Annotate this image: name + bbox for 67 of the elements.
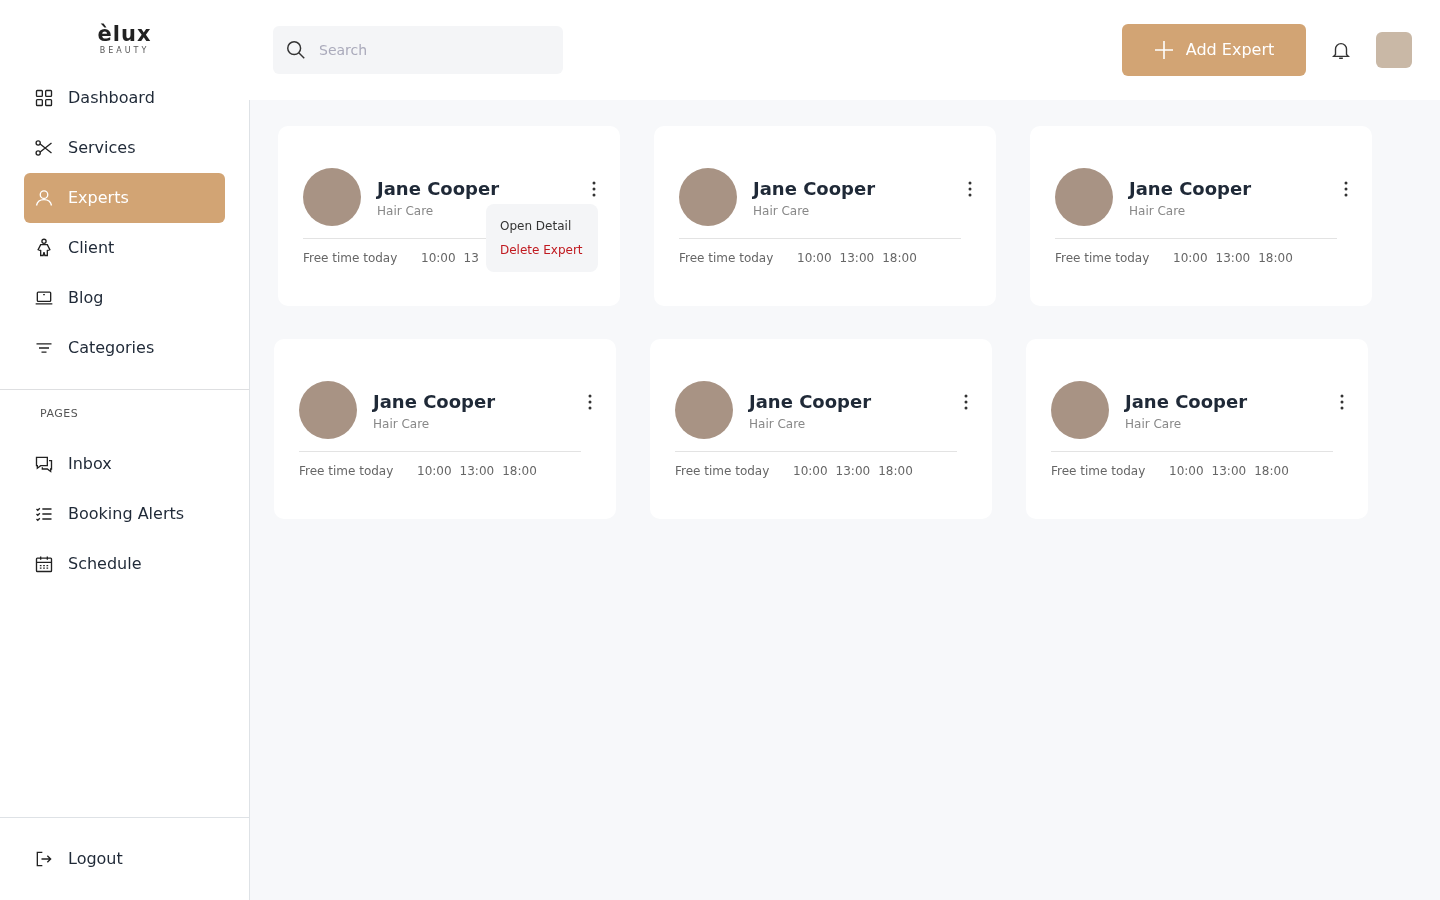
logo-tagline: BEAUTY [98, 45, 151, 57]
time-slot: 18:00 [1254, 462, 1289, 480]
free-time-label: Free time today [1051, 463, 1147, 480]
photo-placeholder [303, 168, 361, 226]
expert-role: Hair Care [1125, 415, 1183, 433]
photo-placeholder [679, 168, 737, 226]
logout-icon [34, 849, 54, 869]
photo-placeholder [1055, 168, 1113, 226]
time-slot: 18:00 [502, 462, 537, 480]
menu-item[interactable]: Delete Expert [500, 238, 584, 262]
expert-role: Hair Care [753, 202, 811, 220]
time-slot: 13:00 [1211, 462, 1247, 480]
sidebar-item[interactable]: Dashboard [24, 73, 225, 123]
expert-name: Jane Cooper [753, 176, 877, 201]
expert-role: Hair Care [377, 202, 435, 220]
time-slot: 10:00 [417, 462, 452, 480]
free-time-label: Free time today [299, 463, 395, 480]
photo-placeholder [675, 381, 733, 439]
more-icon [1340, 393, 1344, 410]
expert-name: Jane Cooper [377, 176, 501, 201]
plus-icon [1153, 40, 1174, 60]
scissors-icon [34, 138, 54, 158]
photo-placeholder [299, 381, 357, 439]
user-icon [34, 188, 54, 208]
free-time-label: Free time today [303, 250, 399, 267]
time-slot: 18:00 [1258, 249, 1293, 267]
more-icon [1344, 180, 1348, 197]
expert-name: Jane Cooper [1129, 176, 1253, 201]
expert-name: Jane Cooper [373, 389, 497, 414]
sidebar-item[interactable]: Inbox [24, 438, 225, 489]
expert-role: Hair Care [373, 415, 431, 433]
time-slot: 10:00 [421, 249, 456, 267]
free-time-label: Free time today [1055, 250, 1151, 267]
logout-link[interactable]: Logout [24, 834, 225, 884]
expert-role: Hair Care [1129, 202, 1187, 220]
time-slot: 13:00 [839, 249, 875, 267]
time-slot: 10:00 [1173, 249, 1208, 267]
expert-name: Jane Cooper [1125, 389, 1249, 414]
time-slot: 18:00 [878, 462, 913, 480]
more-icon [964, 393, 968, 410]
grid-icon [34, 88, 54, 108]
section-title: PAGES [39, 406, 80, 422]
time-slot: 10:00 [793, 462, 828, 480]
menu-item[interactable]: Open Detail [500, 214, 584, 238]
photo-placeholder [1051, 381, 1109, 439]
time-slot: 13:00 [835, 462, 871, 480]
expert-name: Jane Cooper [749, 389, 873, 414]
free-time-label: Free time today [679, 250, 775, 267]
time-slot: 13 [463, 249, 479, 267]
sidebar-item[interactable]: Schedule [24, 538, 225, 589]
time-slot: 13:00 [459, 462, 495, 480]
more-icon [968, 180, 972, 197]
time-slot: 10:00 [797, 249, 832, 267]
more-icon [588, 393, 592, 410]
time-slot: 10:00 [1169, 462, 1204, 480]
free-time-label: Free time today [675, 463, 771, 480]
time-slot: 13:00 [1215, 249, 1251, 267]
sidebar-item[interactable]: Services [24, 123, 225, 173]
time-slot: 18:00 [882, 249, 917, 267]
sidebar-item[interactable]: Categories [24, 323, 225, 373]
sidebar-item[interactable]: Booking Alerts [24, 488, 225, 539]
search-field[interactable]: Search [273, 26, 563, 74]
expert-role: Hair Care [749, 415, 807, 433]
sidebar-item[interactable]: Blog [24, 273, 225, 323]
more-icon [592, 180, 596, 197]
logo-wordmark: èlux [96, 24, 153, 45]
sidebar-item[interactable]: Client [24, 223, 225, 273]
